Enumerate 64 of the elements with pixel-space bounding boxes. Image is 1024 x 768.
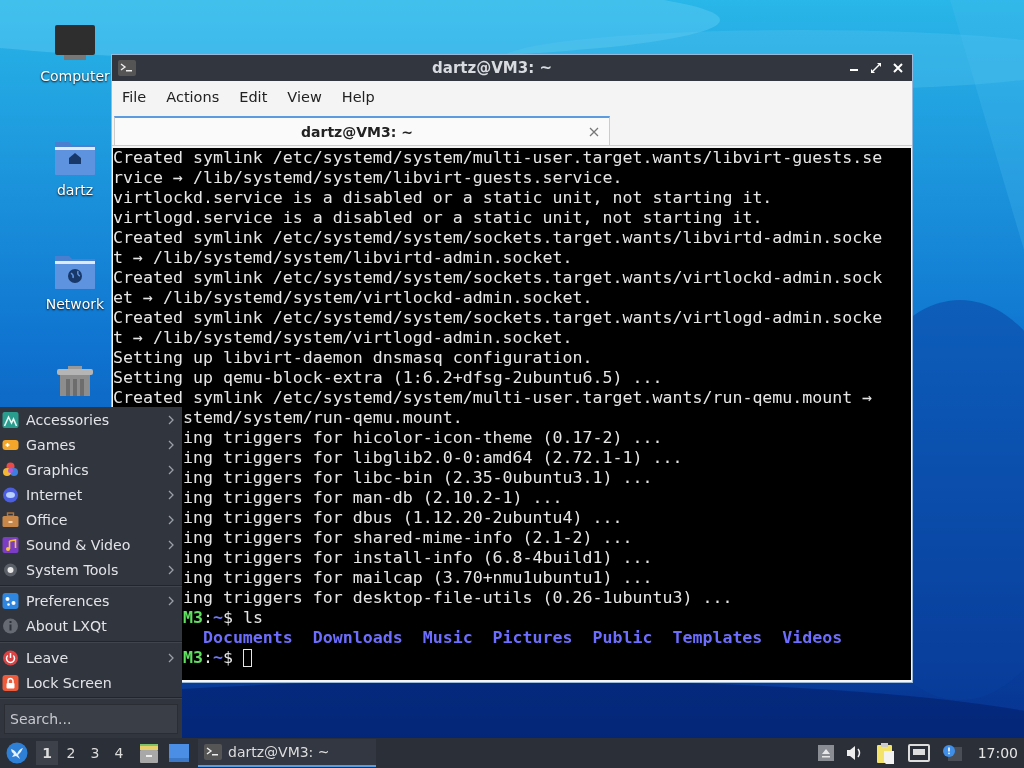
- menu-item[interactable]: Leave: [0, 645, 182, 671]
- directory-name: Downloads: [312, 628, 403, 648]
- terminal-line: ing triggers for libglib2.0-0:amd64 (2.72.1-1) ...: [182, 448, 683, 468]
- terminal-line: ing triggers for install-info (6.8-4build1) ...: [182, 548, 653, 568]
- workspace-button[interactable]: 1: [36, 741, 58, 765]
- terminal-line: virtlogd.service is a disabled or a static unit, not starting it.: [113, 208, 764, 228]
- terminal-line: ing triggers for man-db (2.10.2-1) ...: [182, 488, 563, 508]
- prompt-text: $: [222, 648, 233, 668]
- menu-item[interactable]: Help: [335, 89, 383, 105]
- prompt-text: M3: [182, 648, 203, 668]
- directory-name: Pictures: [492, 628, 573, 648]
- terminal-line: Created symlink /etc/systemd/system/sockets.target.wants/libvirtd-admin.socke: [113, 228, 884, 248]
- prompt-text: ~: [212, 648, 223, 668]
- menu-item[interactable]: Graphics: [0, 457, 182, 483]
- menu-item[interactable]: Actions: [160, 89, 228, 105]
- terminal-line: Created symlink /etc/systemd/system/sockets.target.wants/virtlogd-admin.socke: [113, 308, 884, 328]
- terminal-line: ing triggers for shared-mime-info (2.1-2) ...: [182, 528, 633, 548]
- workspace-button[interactable]: 4: [108, 741, 130, 765]
- terminal-line: t → /lib/systemd/system/virtlogd-admin.socket.: [113, 328, 574, 348]
- terminal-line: ing triggers for mailcap (3.70+nmu1ubuntu1) ...: [182, 568, 653, 588]
- workspace-button[interactable]: 3: [84, 741, 106, 765]
- terminal-line: stemd/system/run-qemu.mount.: [182, 408, 463, 428]
- terminal-line: et → /lib/systemd/system/virtlockd-admin.socket.: [113, 288, 594, 308]
- menu-item[interactable]: Internet: [0, 482, 182, 508]
- terminal-line: Created symlink /etc/systemd/system/sockets.target.wants/virtlockd-admin.sock: [113, 268, 884, 288]
- terminal-line: Setting up qemu-block-extra (1:6.2+dfsg-2ubuntu6.5) ...: [113, 368, 664, 388]
- menu-item[interactable]: System Tools: [0, 557, 182, 583]
- prompt-text: :: [202, 648, 213, 668]
- menu-item[interactable]: Edit: [233, 89, 276, 105]
- menu-item[interactable]: Lock Screen: [0, 670, 182, 696]
- menu-item[interactable]: Sound & Video: [0, 532, 182, 558]
- prompt-text: M3: [182, 608, 203, 628]
- menu-item[interactable]: File: [116, 89, 155, 105]
- terminal-line: t → /lib/systemd/system/libvirtd-admin.socket.: [113, 248, 574, 268]
- terminal-line: ing triggers for hicolor-icon-theme (0.17-2) ...: [182, 428, 663, 448]
- directory-name: Music: [422, 628, 473, 648]
- menu-item[interactable]: Office: [0, 507, 182, 533]
- terminal-line: virtlockd.service is a disabled or a static unit, not starting it.: [113, 188, 774, 208]
- terminal-line: Created symlink /etc/systemd/system/multi-user.target.wants/libvirt-guests.se: [113, 148, 884, 168]
- directory-name: Videos: [782, 628, 843, 648]
- menu-item[interactable]: About LXQt: [0, 613, 182, 639]
- terminal-line: Setting up libvirt-daemon dnsmasq configuration.: [113, 348, 594, 368]
- menu-item[interactable]: Games: [0, 432, 182, 458]
- terminal-line: ing triggers for desktop-file-utils (0.26-1ubuntu3) ...: [182, 588, 733, 608]
- workspace-button[interactable]: 2: [60, 741, 82, 765]
- directory-name: Public: [592, 628, 653, 648]
- terminal-line: Created symlink /etc/systemd/system/multi-user.target.wants/run-qemu.mount →: [113, 388, 874, 408]
- clock[interactable]: 17:00: [977, 745, 1018, 761]
- prompt-text: $ ls: [222, 608, 263, 628]
- task-button[interactable]: dartz@VM3: ~: [198, 739, 376, 767]
- prompt-text: :: [202, 608, 213, 628]
- window-title: dartz@VM3: ~: [431, 59, 553, 77]
- terminal-line: ing triggers for dbus (1.12.20-2ubuntu4) ...: [182, 508, 623, 528]
- directory-name: Templates: [672, 628, 763, 648]
- desktop-icon-label[interactable]: Network: [45, 296, 105, 312]
- directory-name: Documents: [202, 628, 293, 648]
- prompt-text: ~: [212, 608, 223, 628]
- menu-item[interactable]: Accessories: [0, 407, 182, 433]
- terminal-line: ing triggers for libc-bin (2.35-0ubuntu3.1) ...: [182, 468, 653, 488]
- menu-item[interactable]: View: [281, 89, 330, 105]
- terminal-line: rvice → /lib/systemd/system/libvirt-guests.service.: [113, 168, 624, 188]
- search-field[interactable]: Search...: [4, 704, 178, 734]
- tab[interactable]: dartz@VM3: ~: [114, 116, 610, 145]
- menu-item[interactable]: Preferences: [0, 588, 182, 614]
